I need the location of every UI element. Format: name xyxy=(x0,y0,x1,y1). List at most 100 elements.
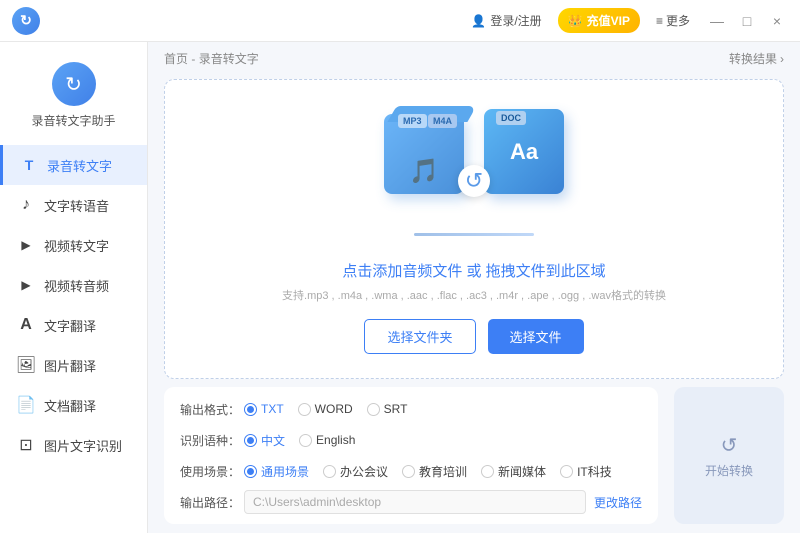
text-to-audio-icon: ♪ xyxy=(16,195,36,215)
choose-file-button[interactable]: 选择文件 xyxy=(488,319,584,354)
language-chinese[interactable]: 中文 xyxy=(244,432,285,449)
language-english-radio[interactable] xyxy=(299,434,312,447)
content-area: 首页 - 录音转文字 转换结果 › MP3 M4A 🎵 DOC xyxy=(148,42,800,533)
sidebar-item-text-translate[interactable]: A 文字翻译 xyxy=(0,305,147,345)
image-translate-icon: 🖼 xyxy=(16,355,36,375)
change-path-button[interactable]: 更改路径 xyxy=(594,494,642,511)
scene-general[interactable]: 通用场景 xyxy=(244,463,309,480)
close-button[interactable]: × xyxy=(766,10,788,32)
sidebar-item-image-ocr[interactable]: ⊡ 图片文字识别 xyxy=(0,425,147,465)
scene-news[interactable]: 新闻媒体 xyxy=(481,463,546,480)
sidebar-item-audio-to-text[interactable]: T 录音转文字 xyxy=(0,145,147,185)
scene-office-radio[interactable] xyxy=(323,465,336,478)
sidebar-app-name: 录音转文字助手 xyxy=(31,112,115,129)
tag-m4a: M4A xyxy=(428,114,457,128)
text-block: DOC Aa xyxy=(484,109,564,194)
login-button[interactable]: 👤 登录/注册 xyxy=(463,8,549,33)
format-txt-label: TXT xyxy=(261,402,284,416)
scene-it-label: IT科技 xyxy=(577,463,612,480)
minimize-button[interactable]: — xyxy=(706,10,728,32)
title-bar-left: ↻ xyxy=(12,7,40,35)
sidebar-item-image-translate[interactable]: 🖼 图片翻译 xyxy=(0,345,147,385)
format-word-radio[interactable] xyxy=(298,403,311,416)
bottom-section: 输出格式： TXT WORD xyxy=(148,387,800,532)
convert-icon: ↺ xyxy=(721,433,738,458)
language-chinese-radio[interactable] xyxy=(244,434,257,447)
breadcrumb-separator: - xyxy=(191,52,195,66)
scene-news-radio[interactable] xyxy=(481,465,494,478)
video-to-text-icon: ▶ xyxy=(16,235,36,255)
convert-side-panel[interactable]: ↺ 开始转换 xyxy=(674,387,784,524)
scene-general-radio[interactable] xyxy=(244,465,257,478)
scene-education[interactable]: 教育培训 xyxy=(402,463,467,480)
convert-result-label: 转换结果 xyxy=(729,50,777,67)
scene-office[interactable]: 办公会议 xyxy=(323,463,388,480)
sidebar-label-video-to-audio: 视频转音频 xyxy=(44,276,109,295)
path-row: 输出路径： 更改路径 xyxy=(180,490,642,514)
scene-education-label: 教育培训 xyxy=(419,463,467,480)
scene-it-radio[interactable] xyxy=(560,465,573,478)
scene-education-radio[interactable] xyxy=(402,465,415,478)
format-txt[interactable]: TXT xyxy=(244,402,284,416)
format-srt-radio[interactable] xyxy=(367,403,380,416)
scene-general-label: 通用场景 xyxy=(261,463,309,480)
settings-panel: 输出格式： TXT WORD xyxy=(164,387,658,524)
scene-news-label: 新闻媒体 xyxy=(498,463,546,480)
language-english-label: English xyxy=(316,433,355,447)
language-english[interactable]: English xyxy=(299,433,355,447)
sidebar-item-text-to-audio[interactable]: ♪ 文字转语音 xyxy=(0,185,147,225)
audio-block: MP3 M4A 🎵 xyxy=(384,114,464,194)
title-bar-right: 👤 登录/注册 👑 充值VIP ≡ 更多 — □ × xyxy=(463,8,788,33)
sidebar-label-doc-translate: 文档翻译 xyxy=(44,396,96,415)
crown-icon: 👑 xyxy=(568,14,583,28)
text-translate-icon: A xyxy=(16,315,36,335)
format-txt-radio[interactable] xyxy=(244,403,257,416)
language-row: 识别语种： 中文 English xyxy=(180,428,642,452)
start-convert-button[interactable]: ↺ 开始转换 xyxy=(705,433,753,479)
convert-arrow-icon: ↺ xyxy=(458,165,490,197)
format-row: 输出格式： TXT WORD xyxy=(180,397,642,421)
convert-label: 开始转换 xyxy=(705,462,753,479)
upload-subtitle: 支持.mp3 , .m4a , .wma , .aac , .flac , .a… xyxy=(282,287,666,303)
upload-panel[interactable]: MP3 M4A 🎵 DOC Aa ↺ 点击添加音频文件 或 拖拽文件到此区域 支… xyxy=(164,79,784,379)
login-label: 登录/注册 xyxy=(490,12,541,29)
scene-label: 使用场景： xyxy=(180,463,244,480)
choose-folder-button[interactable]: 选择文件夹 xyxy=(364,319,475,354)
doc-translate-icon: 📄 xyxy=(16,395,36,415)
settings-wrapper: 输出格式： TXT WORD xyxy=(148,387,674,532)
more-label: 更多 xyxy=(666,12,690,29)
breadcrumb-path: 首页 - 录音转文字 xyxy=(164,50,259,67)
language-radio-group: 中文 English xyxy=(244,432,355,449)
upload-title[interactable]: 点击添加音频文件 或 拖拽文件到此区域 xyxy=(342,260,605,281)
sidebar-logo-icon: ↻ xyxy=(52,62,96,106)
language-label: 识别语种： xyxy=(180,432,244,449)
more-button[interactable]: ≡ 更多 xyxy=(648,8,698,33)
sidebar-logo-area: ↻ 录音转文字助手 xyxy=(0,54,147,145)
sidebar-item-doc-translate[interactable]: 📄 文档翻译 xyxy=(0,385,147,425)
connector-line xyxy=(414,233,534,236)
language-chinese-label: 中文 xyxy=(261,432,285,449)
format-srt[interactable]: SRT xyxy=(367,402,408,416)
convert-result-button[interactable]: 转换结果 › xyxy=(729,50,784,67)
maximize-button[interactable]: □ xyxy=(736,10,758,32)
menu-icon: ≡ xyxy=(656,14,663,28)
sidebar: ↻ 录音转文字助手 T 录音转文字 ♪ 文字转语音 ▶ 视频转文字 ▶ 视频转音… xyxy=(0,42,148,533)
breadcrumb: 首页 - 录音转文字 转换结果 › xyxy=(148,42,800,75)
output-path-input[interactable] xyxy=(244,490,586,514)
breadcrumb-current: 录音转文字 xyxy=(199,52,259,66)
format-word[interactable]: WORD xyxy=(298,402,353,416)
upload-buttons: 选择文件夹 选择文件 xyxy=(364,319,583,354)
audio-wave-icon: 🎵 xyxy=(409,157,439,194)
vip-button[interactable]: 👑 充值VIP xyxy=(558,8,640,33)
sidebar-item-video-to-audio[interactable]: ▶ 视频转音频 xyxy=(0,265,147,305)
app-logo-icon: ↻ xyxy=(12,7,40,35)
sidebar-item-video-to-text[interactable]: ▶ 视频转文字 xyxy=(0,225,147,265)
upload-illustration: MP3 M4A 🎵 DOC Aa ↺ xyxy=(374,104,574,244)
audio-to-text-icon: T xyxy=(19,155,39,175)
path-label: 输出路径： xyxy=(180,494,244,511)
breadcrumb-home[interactable]: 首页 xyxy=(164,52,188,66)
tag-doc: DOC xyxy=(496,111,526,125)
scene-it[interactable]: IT科技 xyxy=(560,463,612,480)
user-icon: 👤 xyxy=(471,14,486,28)
vip-label: 充值VIP xyxy=(587,12,630,29)
